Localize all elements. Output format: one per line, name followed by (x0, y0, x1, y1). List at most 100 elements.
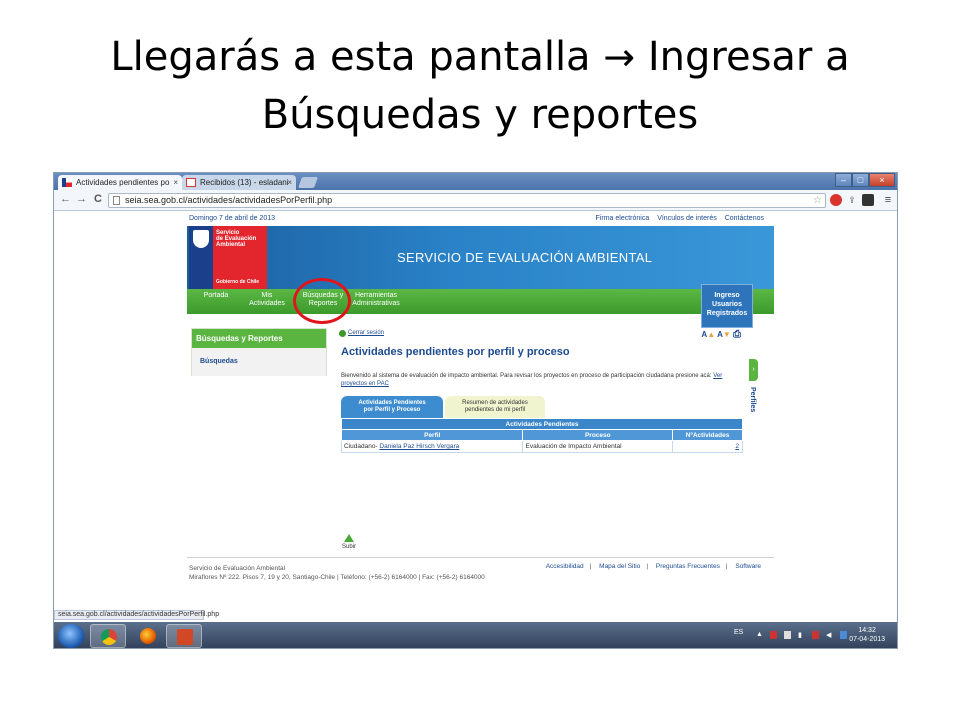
tray-app-icon[interactable] (770, 631, 777, 639)
activities-table: Actividades Pendientes Perfil Proceso Nº… (340, 418, 743, 453)
clock-date: 07-04-2013 (849, 636, 885, 643)
share-icon[interactable]: ⇪ (846, 194, 858, 206)
minimize-button[interactable]: – (835, 173, 852, 187)
cell-perfil: Ciudadano- Daniela Paz Hirsch Vergara (340, 440, 524, 453)
window-controls: – □ × (835, 173, 895, 187)
back-button[interactable]: ← (60, 193, 71, 205)
tab-pendientes-por-perfil[interactable]: Actividades Pendientes por Perfil y Proce… (341, 396, 443, 418)
site-footer: Servicio de Evaluación Ambiental Miraflo… (187, 557, 774, 591)
footer-link-software[interactable]: Software (735, 563, 761, 570)
extension-icon[interactable] (862, 194, 874, 206)
chrome-icon (101, 629, 117, 645)
show-hidden-icons-icon[interactable]: ▲ (756, 631, 763, 639)
page-tools: A▲ A▼ ⎙ (701, 329, 741, 340)
tab-strip: Actividades pendientes po × Recibidos (1… (54, 173, 897, 190)
slide-title-line1-end: Ingresar a (647, 34, 850, 80)
tab-label: Actividades pendientes po (76, 178, 170, 187)
link-contactenos[interactable]: Contáctenos (725, 215, 764, 222)
address-bar[interactable]: seia.sea.gob.cl/actividades/actividadesP… (108, 193, 826, 208)
menu-portada[interactable]: Portada (201, 292, 231, 300)
tab-actividades[interactable]: Actividades pendientes po × (58, 175, 182, 190)
ingreso-usuarios-button[interactable]: Ingreso Usuarios Registrados (701, 284, 753, 328)
main-content: Cerrar sesión A▲ A▼ ⎙ Actividades pendie… (339, 328, 745, 562)
footer-link-preguntas[interactable]: Preguntas Frecuentes (656, 563, 720, 570)
menu-herramientas[interactable]: Herramientas Administrativas (347, 292, 405, 308)
chevron-right-icon[interactable]: › (749, 359, 758, 381)
footer-link-mapa[interactable]: Mapa del Sitio (599, 563, 640, 570)
table-row: Ciudadano- Daniela Paz Hirsch Vergara Ev… (340, 440, 743, 453)
browser-toolbar: ← → C seia.sea.gob.cl/actividades/activi… (54, 190, 897, 211)
dropbox-icon[interactable] (840, 631, 847, 639)
battery-icon[interactable] (784, 631, 791, 639)
nactividades-link[interactable]: 2 (735, 443, 739, 450)
tab-close-icon[interactable]: × (173, 175, 178, 190)
arrow-up-icon (344, 534, 354, 542)
sidebar-item-busquedas[interactable]: Búsquedas (192, 348, 326, 376)
perfil-user-link[interactable]: Daniela Paz Hirsch Vergara (379, 443, 459, 450)
extension-icon[interactable] (830, 194, 842, 206)
language-indicator[interactable]: ES (734, 629, 743, 636)
menu-icon[interactable]: ≡ (882, 194, 894, 206)
slide-title-line1: Llegarás a esta pantalla (110, 34, 591, 80)
footer-org: Servicio de Evaluación Ambiental (189, 565, 286, 572)
volume-muted-icon[interactable] (812, 631, 819, 639)
taskbar-chrome[interactable] (90, 624, 126, 648)
page-viewport: Domingo 7 de abril de 2013 Firma electró… (54, 211, 897, 619)
slide: Llegarás a esta pantalla → Ingresar a Bú… (0, 0, 960, 720)
banner-title: SERVICIO DE EVALUACIÓN AMBIENTAL (397, 250, 653, 265)
slide-title-line2: Búsquedas y reportes (261, 92, 699, 138)
taskbar-firefox[interactable] (130, 624, 166, 648)
page-title: Actividades pendientes por perfil y proc… (341, 346, 570, 358)
reload-button[interactable]: C (94, 193, 102, 205)
link-firma[interactable]: Firma electrónica (596, 215, 650, 222)
footer-link-accesibilidad[interactable]: Accesibilidad (546, 563, 584, 570)
address-bar-url: seia.sea.gob.cl/actividades/actividadesP… (125, 195, 333, 205)
tab-resumen-actividades[interactable]: Resumen de actividades pendientes de mi p… (445, 396, 545, 418)
menu-mis-actividades[interactable]: Mis Actividades (245, 292, 289, 308)
sea-logo[interactable]: Servicio de Evaluación Ambiental Gobiern… (189, 226, 267, 289)
cell-proceso: Evaluación de Impacto Ambiental (522, 440, 674, 453)
powerpoint-icon (177, 629, 193, 645)
logo-name: Servicio de Evaluación Ambiental (216, 230, 257, 248)
tab-label: Recibidos (13) - esladani (200, 178, 289, 187)
cerrar-sesion-link[interactable]: Cerrar sesión (339, 330, 384, 337)
tab-gmail[interactable]: Recibidos (13) - esladani × (182, 175, 296, 190)
table-caption: Actividades Pendientes (341, 418, 743, 430)
perfiles-panel[interactable]: › Perfiles (749, 359, 759, 459)
cell-nactividades: 2 (672, 440, 743, 453)
bookmark-star-icon[interactable]: ☆ (813, 194, 822, 207)
clock[interactable]: 14:32 07-04-2013 (849, 626, 885, 644)
main-menu: Portada Mis Actividades Búsquedas y Report… (187, 289, 774, 314)
status-bar: seia.sea.gob.cl/actividades/actividadesP… (54, 610, 219, 620)
network-icon[interactable]: ▮ (798, 631, 805, 639)
chile-flag-icon (62, 178, 72, 187)
coat-of-arms-icon (193, 230, 209, 248)
column-header-nactividades: NºActividades (672, 429, 743, 441)
new-tab-button[interactable] (297, 177, 319, 188)
footer-links: Accesibilidad | Mapa del Sitio | Preguntas… (545, 563, 761, 570)
forward-button[interactable]: → (76, 193, 87, 205)
page-icon (113, 196, 120, 205)
maximize-button[interactable]: □ (852, 173, 869, 187)
column-header-proceso: Proceso (522, 429, 674, 441)
link-vinculos[interactable]: Vínculos de interés (657, 215, 717, 222)
intro-text: Bienvenido al sistema de evaluación de i… (341, 373, 723, 387)
subir-button[interactable]: Subir (339, 534, 359, 550)
seia-site: Domingo 7 de abril de 2013 Firma electró… (187, 211, 774, 581)
sidebar-header: Búsquedas y Reportes (192, 329, 326, 348)
taskbar-powerpoint[interactable] (166, 624, 202, 648)
print-icon[interactable]: ⎙ (733, 329, 741, 340)
start-button[interactable] (58, 624, 84, 648)
close-window-button[interactable]: × (869, 173, 895, 187)
speaker-icon[interactable]: ◀ (826, 631, 833, 639)
site-date: Domingo 7 de abril de 2013 (189, 215, 276, 222)
sidebar: Búsquedas y Reportes Búsquedas (191, 328, 327, 376)
tab-close-icon[interactable]: × (287, 175, 292, 190)
perfiles-label: Perfiles (749, 387, 756, 413)
column-header-perfil: Perfil (340, 429, 524, 441)
gmail-icon (186, 178, 196, 187)
logout-icon (339, 330, 346, 337)
taskbar: ES ▲ ▮ ◀ 14:32 07-04-2013 (54, 622, 897, 648)
arrow-right-icon: → (603, 35, 636, 79)
footer-address: Miraflores Nº 222. Pisos 7, 19 y 20, San… (189, 574, 485, 581)
